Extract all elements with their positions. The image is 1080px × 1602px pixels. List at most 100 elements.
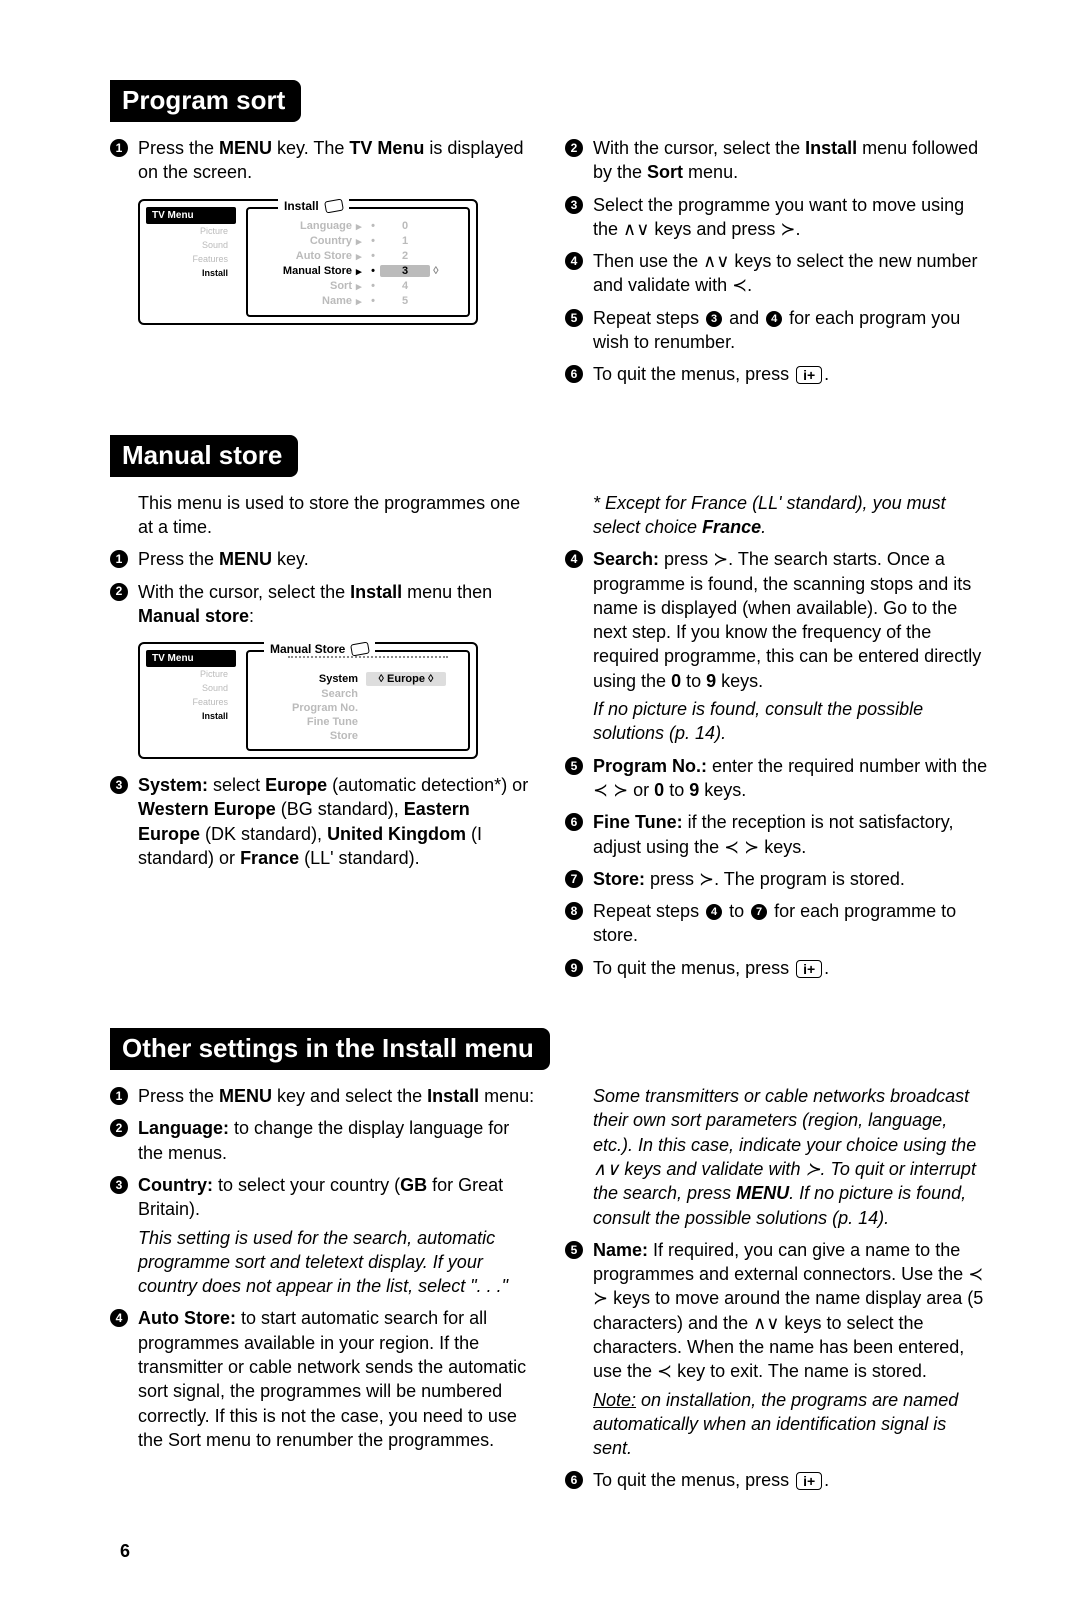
bullet-ref-icon: 4	[766, 311, 782, 327]
text: menu then	[402, 582, 492, 602]
os-step-1: 1 Press the MENU key and select the Inst…	[110, 1084, 535, 1108]
bullet-icon: 7	[565, 870, 583, 888]
text: :	[249, 606, 254, 626]
text: Press the	[138, 138, 219, 158]
ms-step-6: 6 Fine Tune: if the reception is not sat…	[565, 810, 990, 859]
info-key-icon: i+	[796, 960, 822, 978]
text: MENU	[219, 549, 272, 569]
os-step-5: 5 Name: If required, you can give a name…	[565, 1238, 990, 1461]
bullet-icon: 1	[110, 1087, 128, 1105]
text: Store:	[593, 869, 650, 889]
text: Manual store	[138, 606, 249, 626]
text: Install	[427, 1086, 479, 1106]
ms-step-7: 7 Store: press ≻. The program is stored.	[565, 867, 990, 891]
bullet-icon: 1	[110, 550, 128, 568]
fig-row-label: Search	[256, 688, 366, 700]
fig-row-label: Fine Tune	[256, 716, 366, 728]
text: 0	[671, 671, 681, 691]
fig-row-num: 0	[380, 220, 440, 232]
fig-left-item: Picture	[146, 224, 236, 238]
bullet-icon: 5	[565, 309, 583, 327]
text: To quit the menus, press	[593, 364, 794, 384]
text: Country:	[138, 1175, 218, 1195]
fig-left-item: Features	[146, 695, 236, 709]
text: Select the programme you want to move us…	[593, 193, 990, 242]
fig-row-label: Sort	[256, 280, 356, 292]
heading-program-sort: Program sort	[110, 80, 301, 122]
ms-step-9: 9 To quit the menus, press i+.	[565, 956, 990, 980]
text: (LL' standard).	[299, 848, 420, 868]
fig-row-num: 1	[380, 235, 440, 247]
fig-row-num: 2	[380, 250, 440, 262]
bullet-ref-icon: 4	[706, 904, 722, 920]
text: press ≻. The search starts. Once a progr…	[593, 549, 981, 690]
text: Sort	[647, 162, 683, 182]
fig-row-label: Name	[256, 295, 356, 307]
text: Western Europe	[138, 799, 276, 819]
fig-row-label: Auto Store	[256, 250, 356, 262]
ms-step-8: 8 Repeat steps 4 to 7 for each programme…	[565, 899, 990, 948]
fig-row-label: Language	[256, 220, 356, 232]
bullet-icon: 4	[110, 1309, 128, 1327]
info-key-icon: i+	[796, 1472, 822, 1490]
bullet-icon: 4	[565, 252, 583, 270]
text: Name:	[593, 1240, 653, 1260]
os-step-4: 4 Auto Store: to start automatic search …	[110, 1306, 535, 1452]
ms-step-5: 5 Program No.: enter the required number…	[565, 754, 990, 803]
page-number: 6	[120, 1541, 990, 1562]
bullet-icon: 6	[565, 1471, 583, 1489]
dotted-line	[288, 656, 448, 658]
fig-row-label: Program No.	[256, 702, 366, 714]
bullet-icon: 1	[110, 139, 128, 157]
text: (automatic detection*) or	[327, 775, 528, 795]
ms-step-1: 1 Press the MENU key.	[110, 547, 535, 571]
os-step-6: 6 To quit the menus, press i+.	[565, 1468, 990, 1492]
fig-left-item: Sound	[146, 238, 236, 252]
text: With the cursor, select the	[593, 138, 805, 158]
bullet-icon: 3	[565, 196, 583, 214]
text: GB	[400, 1175, 427, 1195]
france-note: * Except for France (LL' standard), you …	[593, 491, 990, 540]
ms-step-3: 3 System: select Europe (automatic detec…	[110, 773, 535, 870]
fig-row-label: Country	[256, 235, 356, 247]
text: To quit the menus, press	[593, 958, 794, 978]
bullet-icon: 6	[565, 365, 583, 383]
text: 9	[706, 671, 716, 691]
text: Install	[350, 582, 402, 602]
text: Repeat steps	[593, 308, 704, 328]
bullet-ref-icon: 7	[751, 904, 767, 920]
text: to select your country (	[218, 1175, 400, 1195]
text: Press the	[138, 1086, 219, 1106]
text: Fine Tune:	[593, 812, 688, 832]
ps-step-3: 3 Select the programme you want to move …	[565, 193, 990, 242]
text: Search:	[593, 549, 664, 569]
remote-icon	[324, 198, 344, 213]
bullet-icon: 4	[565, 550, 583, 568]
text: Program No.:	[593, 756, 712, 776]
bullet-icon: 9	[565, 959, 583, 977]
text: menu.	[683, 162, 738, 182]
fig-row-num: 5	[380, 295, 440, 307]
remote-icon	[350, 642, 370, 657]
heading-manual-store: Manual store	[110, 435, 298, 477]
text: (DK standard),	[200, 824, 327, 844]
text: Install	[805, 138, 857, 158]
text: MENU	[219, 1086, 272, 1106]
bullet-icon: 2	[565, 139, 583, 157]
text: France	[240, 848, 299, 868]
fig-left-item: Features	[146, 252, 236, 266]
fig-row-label: Store	[256, 730, 366, 742]
bullet-ref-icon: 3	[706, 311, 722, 327]
fig-row-val: Europe	[387, 673, 425, 685]
ms-step-4: 4 Search: press ≻. The search starts. On…	[565, 547, 990, 745]
fig-row-num: 3	[380, 265, 430, 277]
text: to	[664, 780, 689, 800]
name-note: on installation, the programs are named …	[593, 1390, 958, 1459]
text: key and select the	[272, 1086, 427, 1106]
heading-other-settings: Other settings in the Install menu	[110, 1028, 550, 1070]
text: 9	[689, 780, 699, 800]
transmitter-note: Some transmitters or cable networks broa…	[593, 1084, 990, 1230]
country-note: This setting is used for the search, aut…	[138, 1226, 535, 1299]
text: Repeat steps	[593, 901, 704, 921]
text: United Kingdom	[327, 824, 466, 844]
